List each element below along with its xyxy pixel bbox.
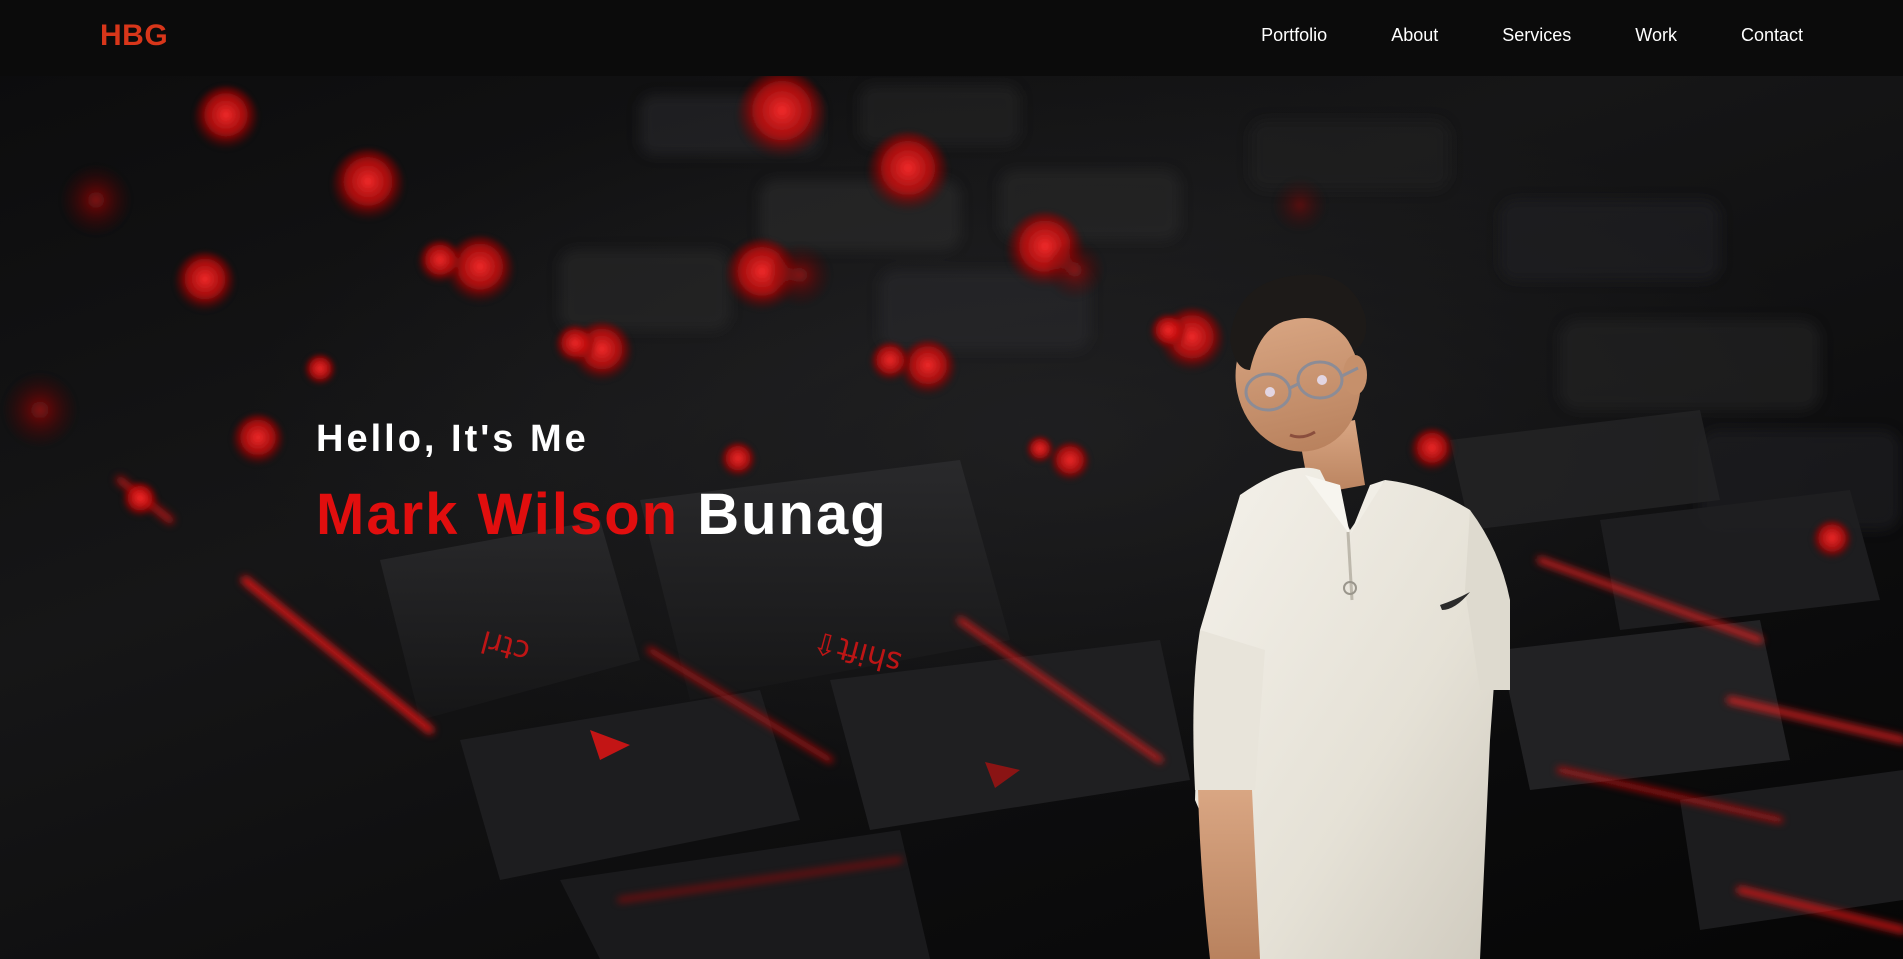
nav-work-link[interactable]: Work <box>1635 25 1677 46</box>
keyboard-bokeh-illustration: ctrl shift⇧ <box>4 71 1903 959</box>
hero-greeting: Hello, It's Me <box>316 418 589 460</box>
nav-portfolio-link[interactable]: Portfolio <box>1261 25 1327 46</box>
nav-about-link[interactable]: About <box>1391 25 1438 46</box>
nav-contact-link[interactable]: Contact <box>1741 25 1803 46</box>
primary-nav: Portfolio About Services Work Contact <box>1261 25 1803 46</box>
profile-portrait-image <box>1180 270 1600 959</box>
hero-background-image: ctrl shift⇧ <box>0 0 1903 959</box>
site-logo[interactable]: HBG <box>100 19 168 53</box>
top-navbar: HBG Portfolio About Services Work Contac… <box>0 0 1903 76</box>
hero-section: Hello, It's Me Mark Wilson Bunag <box>316 418 888 548</box>
portfolio-page: ctrl shift⇧ HBG Portfolio About Services… <box>0 0 1903 959</box>
hero-name-rest: Bunag <box>697 482 888 547</box>
nav-services-link[interactable]: Services <box>1502 25 1571 46</box>
hero-name: Mark Wilson Bunag <box>316 481 888 548</box>
hero-name-accent: Mark Wilson <box>316 482 680 547</box>
